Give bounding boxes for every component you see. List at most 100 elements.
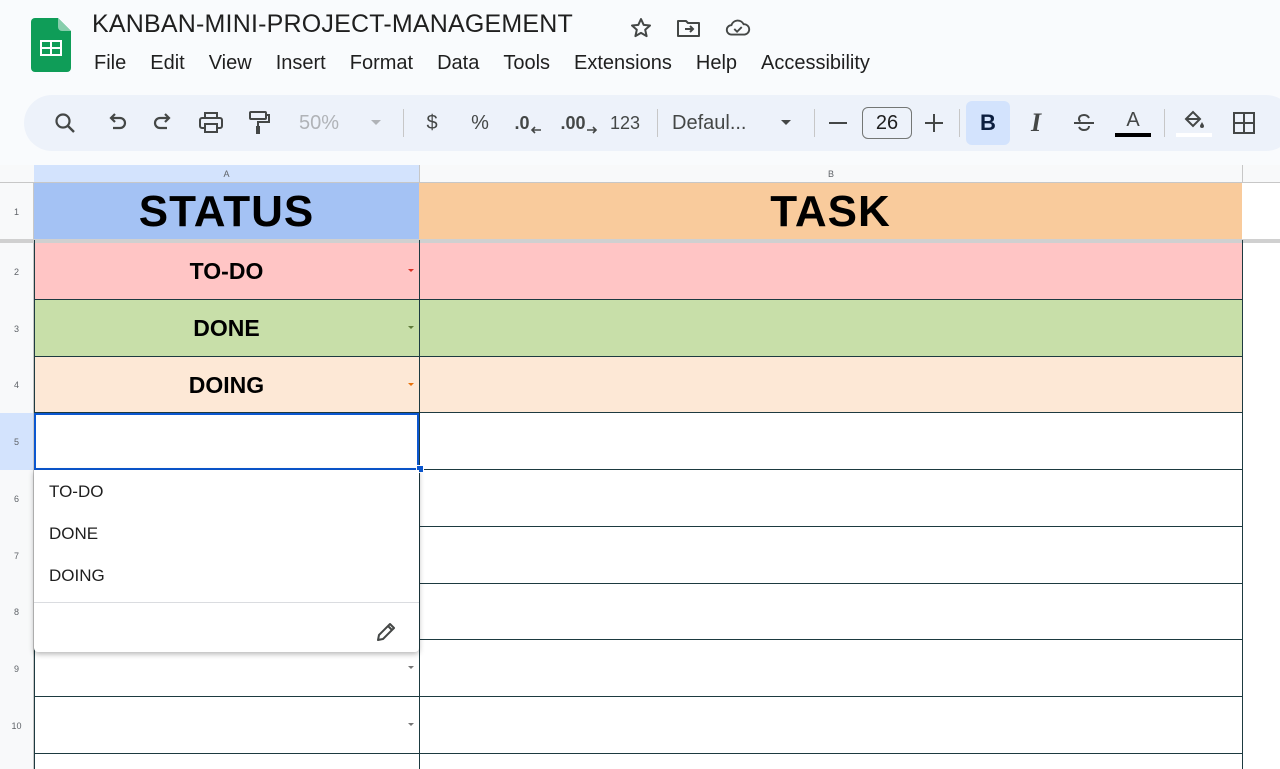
row-header-3[interactable]: 3 [0, 300, 34, 357]
task-header-text: TASK [770, 186, 891, 236]
gridline [1242, 240, 1243, 769]
decrease-font-size-icon[interactable] [826, 95, 850, 151]
italic-button[interactable]: I [1022, 95, 1050, 151]
menu-help[interactable]: Help [684, 48, 749, 78]
gridline [34, 696, 1242, 697]
paint-bucket-icon [1184, 110, 1204, 128]
column-header-c[interactable] [1242, 165, 1280, 183]
text-color-swatch [1115, 132, 1151, 137]
print-icon[interactable] [196, 95, 226, 151]
dropdown-chevron-icon[interactable] [408, 723, 414, 726]
menu-insert[interactable]: Insert [264, 48, 338, 78]
row-header-10[interactable]: 10 [0, 697, 34, 754]
row-header-11[interactable] [0, 754, 34, 769]
toolbar-divider [403, 109, 404, 137]
increase-font-size-icon[interactable] [922, 95, 946, 151]
row-header-5[interactable]: 5 [0, 413, 34, 470]
status-cell-done[interactable]: DONE [34, 300, 419, 357]
menu-format[interactable]: Format [338, 48, 425, 78]
zoom-select[interactable]: 50% [289, 95, 349, 151]
status-header-text: STATUS [138, 186, 315, 236]
column-header-a[interactable]: A [34, 165, 419, 183]
currency-format-button[interactable]: $ [420, 95, 444, 151]
gridline [34, 753, 1242, 754]
star-icon[interactable] [627, 14, 655, 42]
gridline [34, 356, 1242, 357]
dropdown-chevron-icon[interactable] [408, 326, 414, 329]
dropdown-chevron-icon[interactable] [408, 666, 414, 669]
font-family-select[interactable]: Defaul... [672, 95, 764, 151]
status-dropdown-menu: TO-DO DONE DOING [34, 470, 419, 652]
dropdown-divider [34, 602, 419, 603]
dropdown-chevron-icon[interactable] [408, 383, 414, 386]
task-header-cell[interactable]: TASK [419, 183, 1242, 240]
document-title[interactable]: KANBAN-MINI-PROJECT-MANAGEMENT [92, 10, 573, 39]
cloud-saved-icon[interactable] [724, 14, 752, 42]
percent-format-button[interactable]: % [466, 95, 494, 151]
redo-icon[interactable] [148, 95, 178, 151]
sheets-logo-icon[interactable] [31, 18, 71, 72]
arrow-left-icon [530, 126, 541, 134]
status-cell-empty[interactable] [34, 697, 419, 754]
row-header-9[interactable]: 9 [0, 640, 34, 697]
increase-decimal-button[interactable]: .00 [559, 95, 599, 151]
arrow-right-icon [586, 126, 597, 134]
spreadsheet-grid: A B 1 2 3 4 5 6 7 8 9 10 STATUS TASK TO-… [0, 165, 1280, 769]
number-format-button[interactable]: 123 [606, 95, 644, 151]
dropdown-option-todo[interactable]: TO-DO [49, 482, 103, 502]
task-cell[interactable] [419, 300, 1242, 357]
increase-decimal-label: .00 [560, 112, 586, 133]
undo-icon[interactable] [102, 95, 132, 151]
decrease-decimal-button[interactable]: .0 [510, 95, 546, 151]
bold-button[interactable]: B [966, 101, 1010, 145]
text-color-button[interactable]: A [1114, 95, 1152, 151]
menu-tools[interactable]: Tools [491, 48, 562, 78]
row-header-6[interactable]: 6 [0, 470, 34, 527]
menu-file[interactable]: File [82, 48, 138, 78]
task-cell[interactable] [419, 357, 1242, 413]
status-cell-todo[interactable]: TO-DO [34, 243, 419, 300]
status-value: TO-DO [189, 258, 264, 284]
zoom-chevron-down-icon[interactable] [366, 95, 386, 151]
paint-format-icon[interactable] [244, 95, 274, 151]
borders-icon[interactable] [1230, 95, 1258, 151]
dropdown-option-doing[interactable]: DOING [49, 566, 105, 586]
status-cell-doing[interactable]: DOING [34, 357, 419, 413]
search-icon[interactable] [50, 95, 80, 151]
active-cell-a5[interactable] [34, 413, 419, 470]
fill-color-swatch [1176, 133, 1212, 137]
toolbar-divider [814, 109, 815, 137]
menu-bar: File Edit View Insert Format Data Tools … [82, 48, 882, 78]
menu-extensions[interactable]: Extensions [562, 48, 684, 78]
gridline [419, 240, 420, 769]
status-value: DONE [193, 315, 260, 341]
task-cell[interactable] [419, 243, 1242, 300]
font-chevron-down-icon[interactable] [776, 95, 796, 151]
status-value: DOING [188, 371, 265, 398]
pencil-icon[interactable] [374, 620, 398, 649]
status-header-cell[interactable]: STATUS [34, 183, 419, 240]
text-color-letter: A [1126, 108, 1140, 131]
decrease-decimal-label: .0 [514, 112, 530, 133]
toolbar-divider [657, 109, 658, 137]
row-header-1[interactable]: 1 [0, 183, 34, 240]
select-all-corner[interactable] [0, 165, 34, 183]
gridline [34, 299, 1242, 300]
fill-color-button[interactable] [1176, 95, 1212, 151]
title-bar: KANBAN-MINI-PROJECT-MANAGEMENT File Edit… [0, 0, 1280, 90]
row-header-4[interactable]: 4 [0, 357, 34, 413]
menu-edit[interactable]: Edit [138, 48, 196, 78]
move-to-folder-icon[interactable] [675, 14, 703, 42]
dropdown-chevron-icon[interactable] [408, 269, 414, 272]
row-header-2[interactable]: 2 [0, 243, 34, 300]
strikethrough-icon[interactable] [1070, 95, 1098, 151]
menu-accessibility[interactable]: Accessibility [749, 48, 882, 78]
column-header-b[interactable]: B [419, 165, 1242, 183]
row-header-7[interactable]: 7 [0, 527, 34, 584]
row-header-8[interactable]: 8 [0, 584, 34, 640]
menu-data[interactable]: Data [425, 48, 491, 78]
dropdown-option-done[interactable]: DONE [49, 524, 98, 544]
font-size-input[interactable]: 26 [862, 107, 912, 139]
menu-view[interactable]: View [197, 48, 264, 78]
toolbar: 50% $ % .0 .00 123 Defaul... 26 B I A [24, 95, 1280, 151]
